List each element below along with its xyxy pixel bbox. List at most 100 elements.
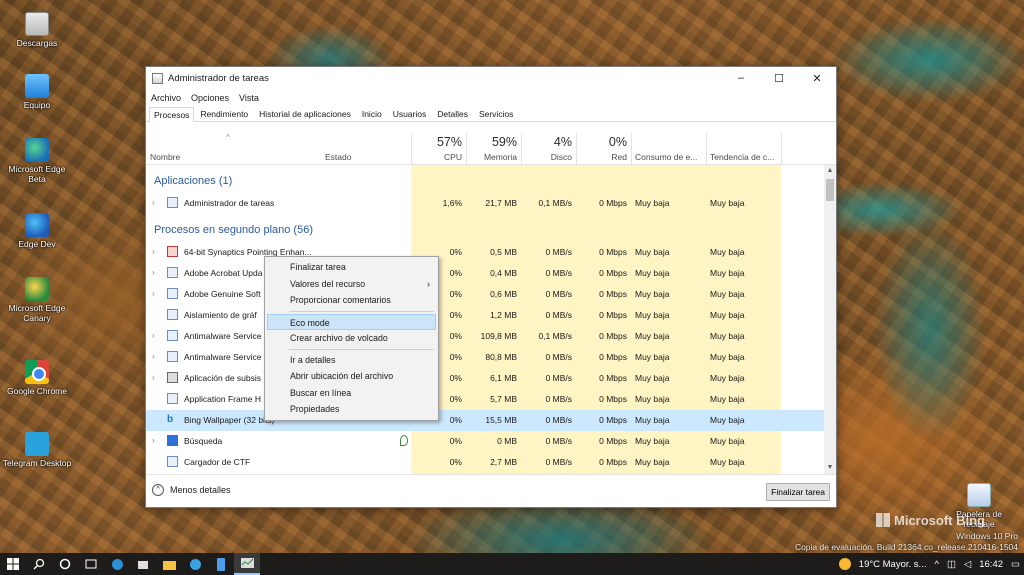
table-row[interactable]: › 64-bit Synaptics Pointing Enhan... 0% … — [146, 242, 826, 263]
menu-item-end-task[interactable]: Finalizar tarea — [265, 259, 438, 276]
table-row[interactable]: › Administrador de tareas 1,6% 21,7 MB 0… — [146, 193, 826, 214]
end-task-button[interactable]: Finalizar tarea — [766, 483, 830, 501]
tab-rendimiento[interactable]: Rendimiento — [195, 106, 253, 121]
notifications-icon[interactable]: ▭ — [1011, 559, 1020, 570]
disk-cell: 0 MB/s — [545, 415, 572, 425]
search-icon[interactable] — [26, 553, 52, 575]
network-cell: 0 Mbps — [599, 247, 627, 257]
table-row[interactable]: Aislamiento de gráf 0% 1,2 MB 0 MB/s 0 M… — [146, 305, 826, 326]
edge-beta-taskbar-icon[interactable] — [182, 553, 208, 575]
tray-expand-icon[interactable]: ^ — [934, 559, 938, 570]
expand-chevron-icon[interactable]: › — [152, 373, 155, 382]
expand-chevron-icon[interactable]: › — [152, 331, 155, 340]
menu-vista[interactable]: Vista — [239, 93, 259, 103]
menu-opciones[interactable]: Opciones — [191, 93, 229, 103]
expand-chevron-icon[interactable]: › — [152, 198, 155, 207]
windows-watermark: Windows 10 Pro Copia de evaluación. Buil… — [795, 531, 1018, 553]
desktop-icon-edge-beta[interactable]: Microsoft Edge Beta — [2, 138, 72, 184]
tab-servicios[interactable]: Servicios — [474, 106, 518, 121]
desktop-icon-downloads[interactable]: Descargas — [2, 12, 72, 48]
menu-item-resource-values[interactable]: Valores del recurso › — [265, 276, 438, 293]
column-memory[interactable]: 59% Memoria — [466, 133, 521, 165]
table-row[interactable]: Application Frame H 0% 5,7 MB 0 MB/s 0 M… — [146, 389, 826, 410]
disk-cell: 0 MB/s — [545, 268, 572, 278]
less-details-button[interactable]: ^ Menos detalles — [152, 484, 231, 496]
menu-item-label: Crear archivo de volcado — [290, 333, 388, 343]
column-energy[interactable]: Consumo de e... — [631, 133, 706, 165]
table-row[interactable]: › Adobe Acrobat Upda 0% 0,4 MB 0 MB/s 0 … — [146, 263, 826, 284]
edge-taskbar-icon[interactable] — [104, 553, 130, 575]
column-status-label: Estado — [325, 152, 352, 162]
clock[interactable]: 16:42 — [979, 559, 1003, 570]
tab-historial[interactable]: Historial de aplicaciones — [254, 106, 356, 121]
desktop-icon-edge-canary[interactable]: Microsoft Edge Canary — [2, 277, 72, 323]
menu-item-go-to-details[interactable]: Ir a detalles — [265, 352, 438, 369]
tab-inicio[interactable]: Inicio — [357, 106, 387, 121]
desktop-icon-label: Descargas — [16, 38, 58, 48]
menu-item-open-location[interactable]: Abrir ubicación del archivo — [265, 368, 438, 385]
minimize-button[interactable]: – — [722, 67, 760, 89]
scroll-down-icon[interactable]: ▼ — [824, 462, 836, 474]
tab-procesos[interactable]: Procesos — [149, 107, 195, 122]
expand-chevron-icon[interactable]: › — [152, 436, 155, 445]
expand-chevron-icon[interactable]: › — [152, 268, 155, 277]
volume-icon[interactable]: ◁ — [964, 559, 971, 570]
column-status[interactable]: Estado — [321, 133, 411, 165]
menu-item-create-dump[interactable]: Crear archivo de volcado — [265, 330, 438, 347]
memory-total: 59% — [491, 135, 517, 149]
submenu-arrow-icon: › — [427, 278, 430, 289]
scroll-thumb[interactable] — [826, 179, 834, 201]
energy-cell: Muy baja — [635, 394, 670, 404]
tab-detalles[interactable]: Detalles — [432, 106, 473, 121]
close-button[interactable]: ✕ — [798, 67, 836, 89]
column-name[interactable]: Nombre — [146, 133, 321, 165]
process-name: Application Frame H — [184, 394, 262, 404]
table-row[interactable]: Cargador de CTF 0% 2,7 MB 0 MB/s 0 Mbps … — [146, 452, 826, 473]
task-view-icon[interactable] — [78, 553, 104, 575]
desktop-icon-computer[interactable]: Equipo — [2, 74, 72, 110]
recycle-bin-icon — [967, 483, 991, 507]
table-row[interactable]: › Búsqueda 0% 0 MB 0 MB/s 0 Mbps Muy baj… — [146, 431, 826, 452]
memory-cell: 0 MB — [497, 436, 517, 446]
memory-cell: 0,6 MB — [490, 289, 517, 299]
menu-item-eco-mode[interactable]: Eco mode — [267, 313, 436, 330]
desktop-icon-chrome[interactable]: Google Chrome — [2, 360, 72, 396]
cpu-total: 57% — [436, 135, 462, 149]
column-network[interactable]: 0% Red — [576, 133, 631, 165]
column-disk[interactable]: 4% Disco — [521, 133, 576, 165]
store-icon[interactable] — [130, 553, 156, 575]
title-bar[interactable]: Administrador de tareas – ☐ ✕ — [146, 67, 836, 89]
scroll-up-icon[interactable]: ▲ — [824, 165, 836, 177]
weather-text[interactable]: 19°C Mayor. s... — [859, 559, 927, 570]
start-button[interactable] — [0, 553, 26, 575]
table-row[interactable]: b Bing Wallpaper (32 bits) 0% 15,5 MB 0 … — [146, 410, 826, 431]
desktop-icon-edge-dev[interactable]: Edge Dev — [2, 213, 72, 249]
explorer-icon[interactable] — [156, 553, 182, 575]
cortana-icon[interactable] — [52, 553, 78, 575]
expand-chevron-icon[interactable]: › — [152, 352, 155, 361]
menu-item-search-online[interactable]: Buscar en línea — [265, 385, 438, 402]
menu-archivo[interactable]: Archivo — [151, 93, 181, 103]
bing-icon: b — [167, 414, 174, 425]
column-cpu[interactable]: 57% CPU — [411, 133, 466, 165]
memory-cell: 109,8 MB — [480, 331, 517, 341]
task-manager-taskbar-icon[interactable] — [234, 553, 260, 575]
menu-item-feedback[interactable]: Proporcionar comentarios — [265, 292, 438, 309]
phone-app-icon[interactable] — [208, 553, 234, 575]
table-row[interactable]: › Aplicación de subsis 0% 6,1 MB 0 MB/s … — [146, 368, 826, 389]
table-row[interactable]: › Antimalware Service 0% 109,8 MB 0,1 MB… — [146, 326, 826, 347]
expand-chevron-icon[interactable]: › — [152, 247, 155, 256]
network-cell: 0 Mbps — [599, 352, 627, 362]
group-background: Procesos en segundo plano (56) — [154, 224, 313, 236]
tab-usuarios[interactable]: Usuarios — [388, 106, 432, 121]
menu-item-properties[interactable]: Propiedades — [265, 401, 438, 418]
desktop-icon-telegram[interactable]: Telegram Desktop — [2, 432, 72, 468]
table-row[interactable]: › Adobe Genuine Soft 0% 0,6 MB 0 MB/s 0 … — [146, 284, 826, 305]
column-energy-trend[interactable]: Tendencia de c... — [706, 133, 781, 165]
table-row[interactable]: › Antimalware Service 0% 80,8 MB 0 MB/s … — [146, 347, 826, 368]
maximize-button[interactable]: ☐ — [760, 67, 798, 89]
vertical-scrollbar[interactable]: ▲ ▼ — [824, 165, 836, 474]
expand-chevron-icon[interactable]: › — [152, 289, 155, 298]
network-icon[interactable]: ◫ — [947, 559, 956, 570]
disk-cell: 0 MB/s — [545, 310, 572, 320]
